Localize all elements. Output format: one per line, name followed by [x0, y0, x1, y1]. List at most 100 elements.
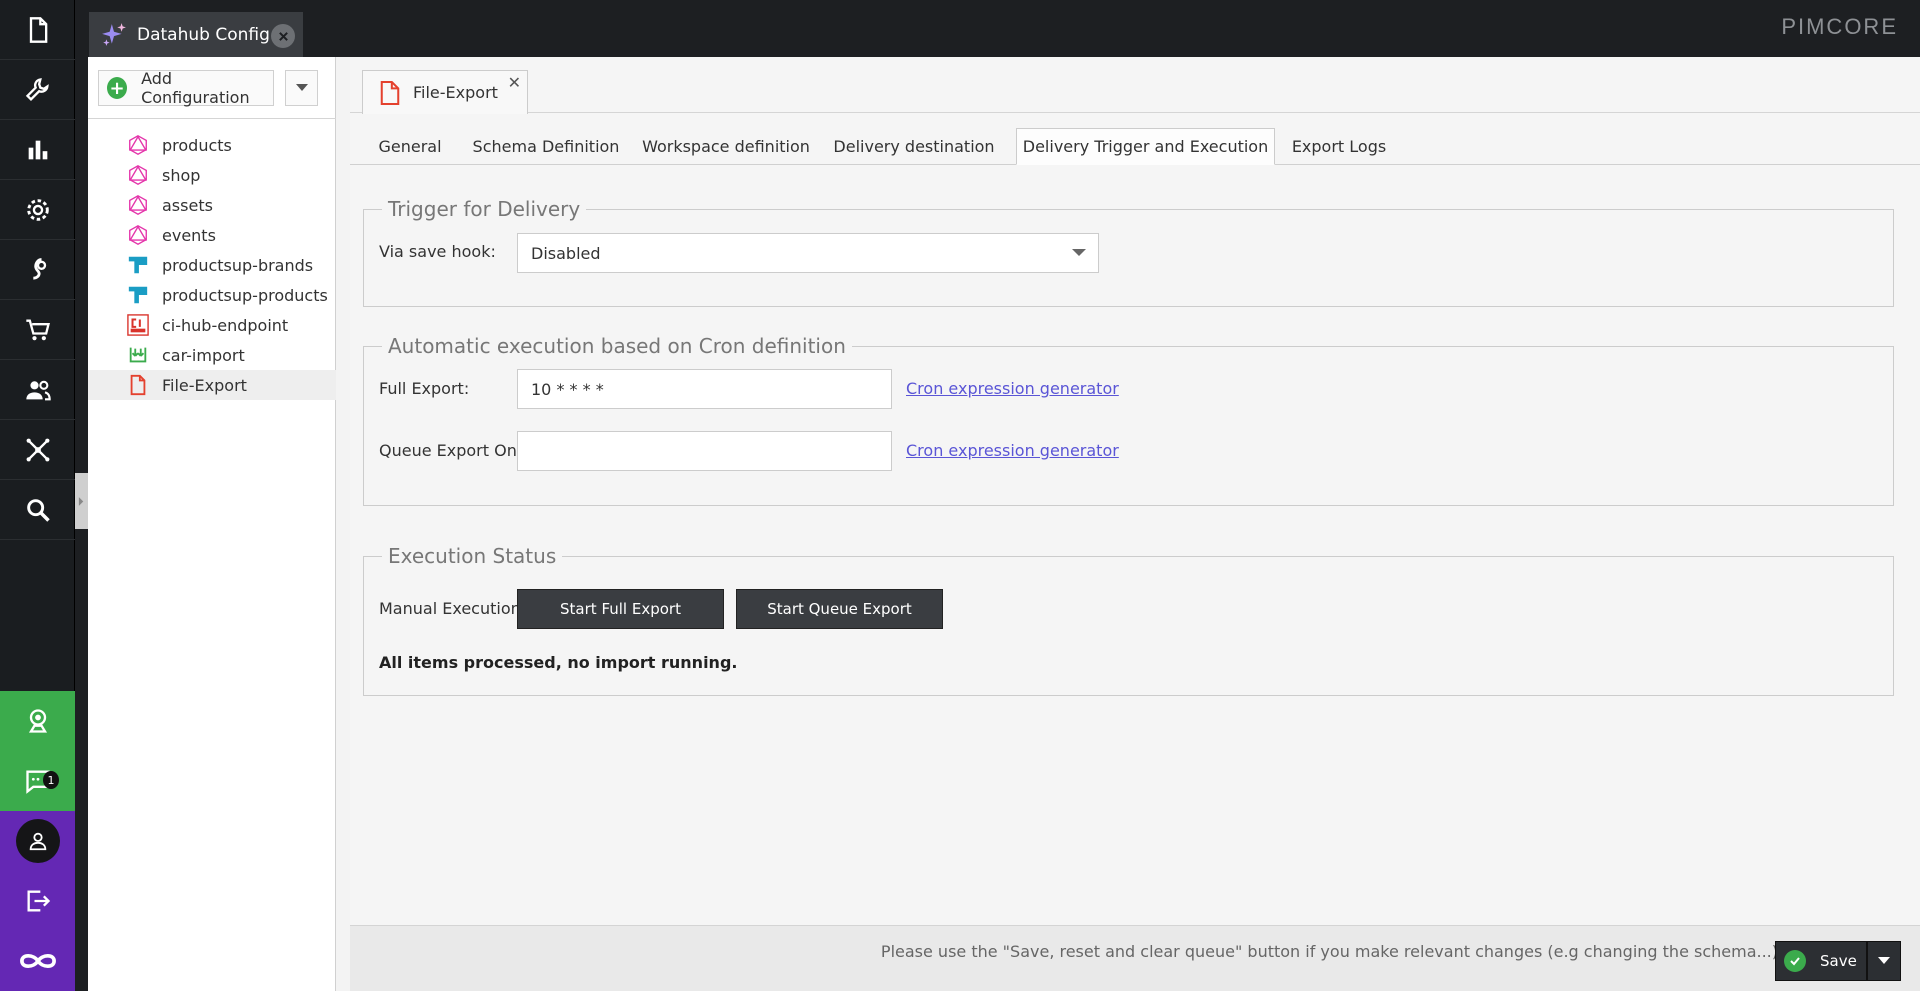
tab-delivery-trigger-execution[interactable]: Delivery Trigger and Execution — [1016, 128, 1275, 165]
tree-item-label: File-Export — [162, 375, 247, 395]
gear-icon — [26, 198, 49, 221]
tree-item-productsup-products[interactable]: productsup-products — [88, 280, 336, 310]
full-export-cron-value: 10 * * * * — [531, 379, 604, 399]
nav-purple-section — [0, 811, 75, 991]
save-options-dropdown[interactable] — [1867, 941, 1901, 981]
close-icon — [278, 31, 288, 41]
tree-item-assets[interactable]: assets — [88, 190, 336, 220]
nav-ecommerce[interactable] — [0, 300, 75, 360]
nav-marketing[interactable] — [0, 240, 75, 300]
cron-legend: Automatic execution based on Cron defini… — [382, 334, 852, 358]
productsup-icon — [126, 283, 150, 307]
tab-delivery-destination[interactable]: Delivery destination — [820, 128, 1008, 165]
graphql-icon — [126, 133, 150, 157]
cart-icon — [25, 319, 50, 340]
tree-item-productsup-brands[interactable]: productsup-brands — [88, 250, 336, 280]
tab-close-button[interactable] — [271, 24, 295, 48]
full-export-label: Full Export: — [379, 379, 470, 398]
nav-reports[interactable] — [0, 120, 75, 180]
tab-label: Delivery destination — [833, 137, 995, 156]
nav-green-section: 1 — [0, 691, 75, 811]
nav-documents[interactable] — [0, 0, 75, 60]
queue-export-cron-input[interactable] — [517, 431, 892, 471]
tree-item-products[interactable]: products — [88, 130, 336, 160]
config-tree-panel: + Add Configuration products shop assets… — [88, 57, 336, 991]
file-icon — [126, 373, 150, 397]
execution-legend: Execution Status — [382, 544, 563, 568]
pimcore-infinity-icon — [19, 953, 56, 969]
cron-generator-link-queue[interactable]: Cron expression generator — [906, 441, 1119, 460]
main-navigation: 1 — [0, 0, 75, 991]
tab-datahub-config[interactable]: Datahub Config — [89, 12, 303, 57]
tab-workspace-definition[interactable]: Workspace definition — [632, 128, 820, 165]
tab-schema-definition[interactable]: Schema Definition — [460, 128, 632, 165]
tree-item-label: shop — [162, 165, 201, 185]
cron-fieldset: Automatic execution based on Cron defini… — [363, 334, 1894, 506]
plus-icon: + — [107, 77, 128, 99]
tab-export-logs[interactable]: Export Logs — [1275, 128, 1403, 165]
nav-tour[interactable] — [0, 691, 75, 751]
sparkle-icon — [102, 22, 126, 46]
execution-fieldset: Execution Status Manual Execution: Start… — [363, 544, 1894, 696]
productsup-icon — [126, 253, 150, 277]
config-editor: File-Export ✕ General Schema Definition … — [350, 57, 1920, 991]
nav-settings[interactable] — [0, 180, 75, 240]
chart-icon — [28, 140, 47, 159]
nav-pimcore-logo[interactable] — [0, 931, 75, 991]
chevron-right-icon — [78, 496, 84, 506]
tab-file-export[interactable]: File-Export ✕ — [362, 70, 528, 114]
queue-export-label: Queue Export Only: — [379, 441, 535, 460]
full-export-cron-input[interactable]: 10 * * * * — [517, 369, 892, 409]
tree-item-label: car-import — [162, 345, 245, 365]
nav-datahub[interactable] — [0, 420, 75, 480]
webcam-icon — [28, 709, 47, 733]
cron-generator-link-full[interactable]: Cron expression generator — [906, 379, 1119, 398]
add-configuration-button[interactable]: + Add Configuration — [98, 69, 274, 107]
config-tabs: General Schema Definition Workspace defi… — [350, 128, 1920, 165]
start-full-export-button[interactable]: Start Full Export — [517, 589, 724, 629]
workspace: + Add Configuration products shop assets… — [88, 57, 1920, 991]
logout-icon — [27, 890, 50, 912]
tree-item-events[interactable]: events — [88, 220, 336, 250]
nav-notifications[interactable]: 1 — [0, 751, 75, 811]
nav-users[interactable] — [0, 360, 75, 420]
users-icon — [25, 380, 51, 400]
tab-general[interactable]: General — [360, 128, 460, 165]
checkmark-icon — [1784, 950, 1806, 972]
tree-item-label: productsup-products — [162, 285, 328, 305]
start-queue-export-button[interactable]: Start Queue Export — [736, 589, 943, 629]
trigger-fieldset: Trigger for Delivery Via save hook: Disa… — [363, 197, 1894, 307]
button-label: Start Queue Export — [767, 600, 912, 618]
tree-item-car-import[interactable]: car-import — [88, 340, 336, 370]
tree-toolbar: + Add Configuration — [88, 57, 336, 119]
sidebar-collapse-handle[interactable] — [75, 473, 88, 529]
graphql-icon — [126, 163, 150, 187]
tree-item-ci-hub-endpoint[interactable]: ci-hub-endpoint — [88, 310, 336, 340]
add-configuration-dropdown[interactable] — [285, 70, 318, 106]
nav-logout[interactable] — [0, 871, 75, 931]
save-label: Save — [1820, 952, 1857, 970]
tree-item-file-export[interactable]: File-Export — [88, 370, 336, 400]
tree-item-label: assets — [162, 195, 213, 215]
nav-profile[interactable] — [0, 811, 75, 871]
search-icon — [26, 498, 50, 522]
config-tree: products shop assets events productsup-b… — [88, 130, 336, 400]
nav-tools[interactable] — [0, 60, 75, 120]
save-button[interactable]: Save — [1775, 941, 1867, 981]
caret-down-icon — [295, 84, 308, 91]
notification-badge: 1 — [43, 771, 59, 789]
document-icon — [29, 16, 47, 43]
wrench-icon — [25, 77, 49, 101]
file-icon — [380, 80, 400, 105]
tab-label: Delivery Trigger and Execution — [1022, 137, 1269, 156]
save-hook-value: Disabled — [531, 243, 601, 263]
save-hook-select[interactable]: Disabled — [517, 233, 1099, 273]
user-icon — [29, 832, 46, 851]
tree-item-label: ci-hub-endpoint — [162, 315, 289, 335]
tab-label: Workspace definition — [642, 137, 810, 156]
cihub-icon — [126, 313, 150, 337]
tree-item-label: events — [162, 225, 216, 245]
nav-search[interactable] — [0, 480, 75, 540]
close-icon[interactable]: ✕ — [508, 73, 521, 92]
tree-item-shop[interactable]: shop — [88, 160, 336, 190]
